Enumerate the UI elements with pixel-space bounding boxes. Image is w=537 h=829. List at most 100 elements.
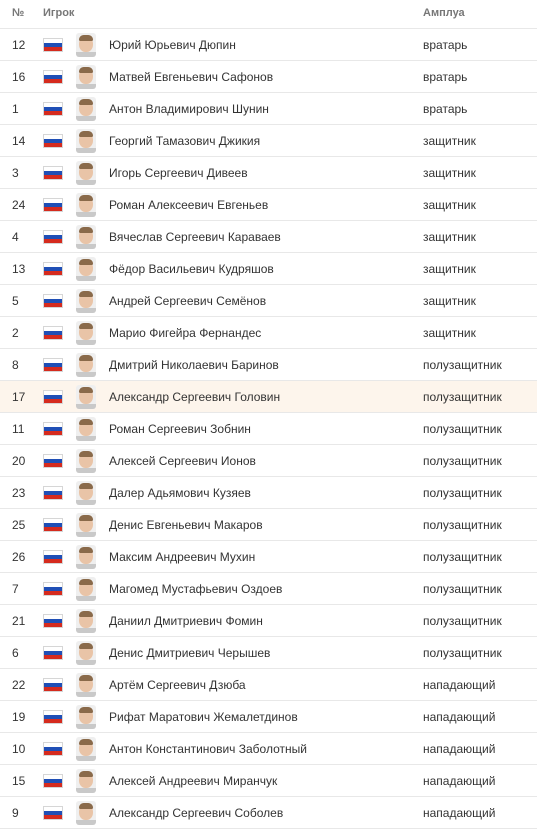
player-photo[interactable] — [76, 289, 96, 313]
player-photo[interactable] — [76, 577, 96, 601]
table-row[interactable]: 24 Роман Алексеевич Евгеньев защитник — [0, 189, 537, 221]
player-photo[interactable] — [76, 769, 96, 793]
player-name-link[interactable]: Далер Адьямович Кузяев — [109, 486, 251, 500]
player-name-link[interactable]: Магомед Мустафьевич Оздоев — [109, 582, 282, 596]
player-role: защитник — [423, 326, 476, 340]
player-role: нападающий — [423, 806, 496, 820]
table-row[interactable]: 13 Фёдор Васильевич Кудряшов защитник — [0, 253, 537, 285]
table-row[interactable]: 6 Денис Дмитриевич Черышев полузащитник — [0, 637, 537, 669]
player-role: защитник — [423, 230, 476, 244]
player-photo[interactable] — [76, 513, 96, 537]
table-row[interactable]: 17 Александр Сергеевич Головин полузащитни… — [0, 381, 537, 413]
player-photo[interactable] — [76, 641, 96, 665]
player-photo[interactable] — [76, 385, 96, 409]
header-role[interactable]: Амплуа — [423, 7, 465, 19]
player-number: 3 — [12, 166, 19, 180]
player-name-link[interactable]: Максим Андреевич Мухин — [109, 550, 255, 564]
player-photo[interactable] — [76, 257, 96, 281]
player-name-link[interactable]: Георгий Тамазович Джикия — [109, 134, 260, 148]
player-photo[interactable] — [76, 129, 96, 153]
table-row[interactable]: 16 Матвей Евгеньевич Сафонов вратарь — [0, 61, 537, 93]
player-name-link[interactable]: Алексей Сергеевич Ионов — [109, 454, 256, 468]
table-row[interactable]: 2 Марио Фигейра Фернандес защитник — [0, 317, 537, 349]
player-role: полузащитник — [423, 518, 502, 532]
player-number: 25 — [12, 518, 26, 532]
player-photo[interactable] — [76, 545, 96, 569]
russia-flag-icon — [44, 359, 62, 371]
table-row[interactable]: 21 Даниил Дмитриевич Фомин полузащитник — [0, 605, 537, 637]
russia-flag-icon — [44, 71, 62, 83]
player-photo[interactable] — [76, 33, 96, 57]
player-name-link[interactable]: Денис Дмитриевич Черышев — [109, 646, 270, 660]
player-photo[interactable] — [76, 193, 96, 217]
player-number: 21 — [12, 614, 26, 628]
players-table: № Игрок Амплуа 12 Юрий Юрьевич Дюпин врата… — [0, 0, 537, 829]
player-photo[interactable] — [76, 801, 96, 825]
table-row[interactable]: 23 Далер Адьямович Кузяев полузащитник — [0, 477, 537, 509]
player-number: 9 — [12, 806, 19, 820]
table-row[interactable]: 12 Юрий Юрьевич Дюпин вратарь — [0, 29, 537, 61]
russia-flag-icon — [44, 39, 62, 51]
player-number: 7 — [12, 582, 19, 596]
table-row[interactable]: 15 Алексей Андреевич Миранчук нападающий — [0, 765, 537, 797]
player-number: 17 — [12, 390, 26, 404]
table-row[interactable]: 5 Андрей Сергеевич Семёнов защитник — [0, 285, 537, 317]
table-row[interactable]: 11 Роман Сергеевич Зобнин полузащитник — [0, 413, 537, 445]
player-name-link[interactable]: Артём Сергеевич Дзюба — [109, 678, 246, 692]
player-name-link[interactable]: Игорь Сергеевич Дивеев — [109, 166, 248, 180]
table-row[interactable]: 25 Денис Евгеньевич Макаров полузащитник — [0, 509, 537, 541]
table-row[interactable]: 7 Магомед Мустафьевич Оздоев полузащитник — [0, 573, 537, 605]
player-role: вратарь — [423, 38, 468, 52]
table-row[interactable]: 3 Игорь Сергеевич Дивеев защитник — [0, 157, 537, 189]
table-row[interactable]: 10 Антон Константинович Заболотный нападаю… — [0, 733, 537, 765]
table-row[interactable]: 14 Георгий Тамазович Джикия защитник — [0, 125, 537, 157]
table-row[interactable]: 19 Рифат Маратович Жемалетдинов нападающий — [0, 701, 537, 733]
table-header: № Игрок Амплуа — [0, 0, 537, 29]
player-photo[interactable] — [76, 673, 96, 697]
player-name-link[interactable]: Матвей Евгеньевич Сафонов — [109, 70, 273, 84]
player-name-link[interactable]: Алексей Андреевич Миранчук — [109, 774, 277, 788]
table-row[interactable]: 4 Вячеслав Сергеевич Караваев защитник — [0, 221, 537, 253]
russia-flag-icon — [44, 551, 62, 563]
header-player[interactable]: Игрок — [43, 7, 74, 19]
table-row[interactable]: 8 Дмитрий Николаевич Баринов полузащитник — [0, 349, 537, 381]
player-photo[interactable] — [76, 609, 96, 633]
player-number: 23 — [12, 486, 26, 500]
player-name-link[interactable]: Вячеслав Сергеевич Караваев — [109, 230, 281, 244]
player-photo[interactable] — [76, 161, 96, 185]
player-name-link[interactable]: Роман Сергеевич Зобнин — [109, 422, 251, 436]
player-photo[interactable] — [76, 705, 96, 729]
table-row[interactable]: 22 Артём Сергеевич Дзюба нападающий — [0, 669, 537, 701]
player-name-link[interactable]: Денис Евгеньевич Макаров — [109, 518, 263, 532]
player-photo[interactable] — [76, 353, 96, 377]
header-number[interactable]: № — [12, 7, 24, 19]
player-photo[interactable] — [76, 737, 96, 761]
table-row[interactable]: 26 Максим Андреевич Мухин полузащитник — [0, 541, 537, 573]
table-row[interactable]: 20 Алексей Сергеевич Ионов полузащитник — [0, 445, 537, 477]
player-name-link[interactable]: Антон Константинович Заболотный — [109, 742, 307, 756]
russia-flag-icon — [44, 615, 62, 627]
player-photo[interactable] — [76, 225, 96, 249]
player-name-link[interactable]: Марио Фигейра Фернандес — [109, 326, 261, 340]
player-photo[interactable] — [76, 481, 96, 505]
player-photo[interactable] — [76, 417, 96, 441]
table-row[interactable]: 1 Антон Владимирович Шунин вратарь — [0, 93, 537, 125]
player-photo[interactable] — [76, 97, 96, 121]
player-name-link[interactable]: Андрей Сергеевич Семёнов — [109, 294, 266, 308]
player-name-link[interactable]: Роман Алексеевич Евгеньев — [109, 198, 268, 212]
player-photo[interactable] — [76, 449, 96, 473]
player-photo[interactable] — [76, 321, 96, 345]
player-name-link[interactable]: Даниил Дмитриевич Фомин — [109, 614, 263, 628]
player-photo[interactable] — [76, 65, 96, 89]
player-name-link[interactable]: Рифат Маратович Жемалетдинов — [109, 710, 298, 724]
player-role: вратарь — [423, 70, 468, 84]
player-name-link[interactable]: Александр Сергеевич Соболев — [109, 806, 283, 820]
player-number: 14 — [12, 134, 26, 148]
player-role: нападающий — [423, 710, 496, 724]
player-name-link[interactable]: Фёдор Васильевич Кудряшов — [109, 262, 274, 276]
player-name-link[interactable]: Юрий Юрьевич Дюпин — [109, 38, 236, 52]
player-name-link[interactable]: Антон Владимирович Шунин — [109, 102, 269, 116]
player-name-link[interactable]: Дмитрий Николаевич Баринов — [109, 358, 279, 372]
table-row[interactable]: 9 Александр Сергеевич Соболев нападающий — [0, 797, 537, 829]
player-name-link[interactable]: Александр Сергеевич Головин — [109, 390, 280, 404]
